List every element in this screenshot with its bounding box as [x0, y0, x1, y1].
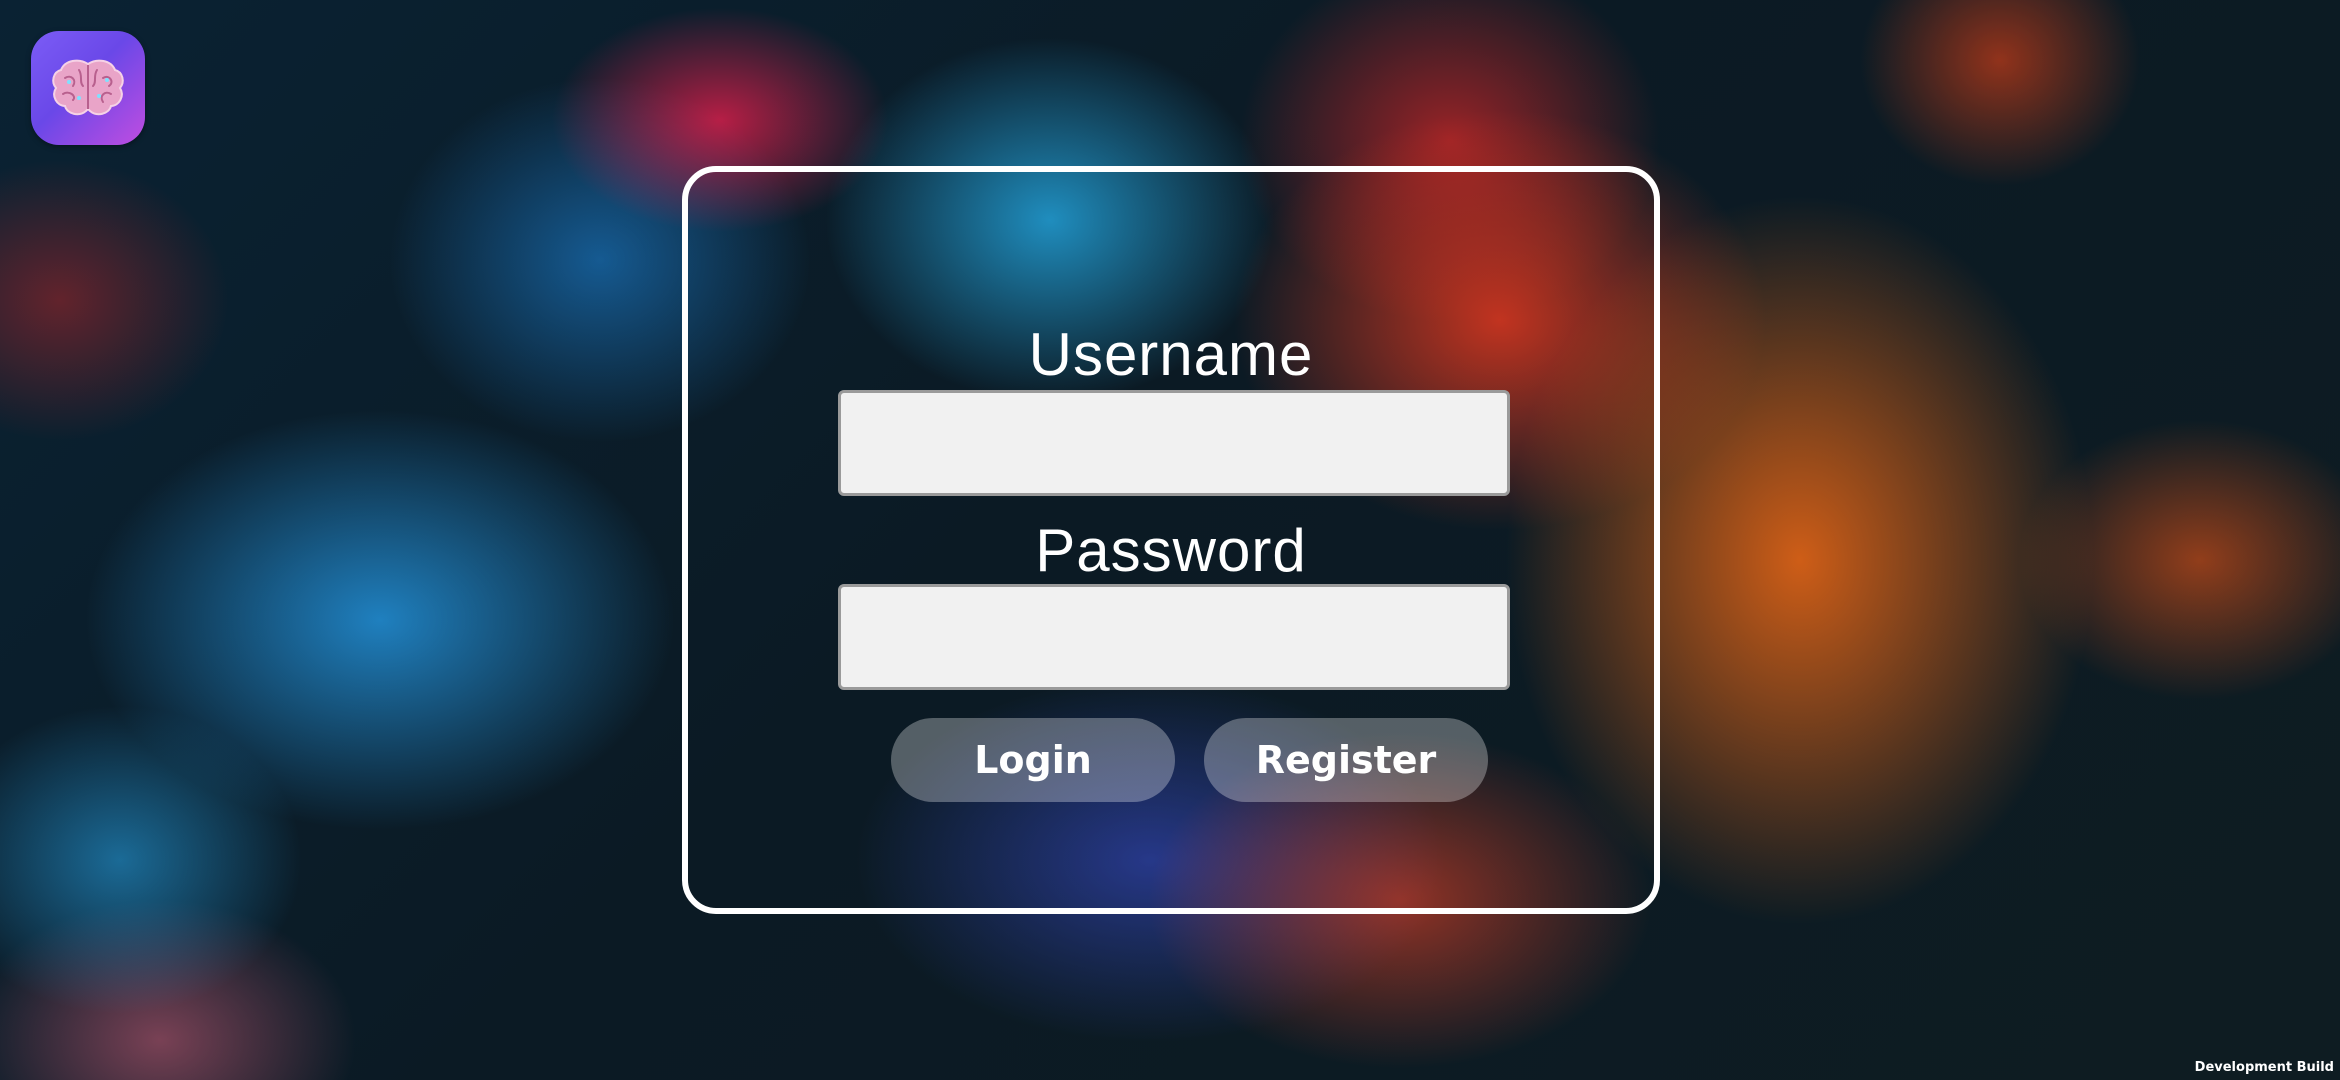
username-input[interactable]: [838, 390, 1510, 496]
username-label: Username: [1028, 321, 1314, 388]
app-logo: [31, 31, 145, 145]
development-build-label: Development Build: [2194, 1060, 2334, 1075]
register-button[interactable]: Register: [1204, 718, 1488, 802]
password-input[interactable]: [838, 584, 1510, 690]
login-screen: Username Password Login Register Develop…: [0, 0, 2340, 1080]
brain-icon: [52, 59, 124, 116]
password-label: Password: [1035, 517, 1307, 584]
login-button[interactable]: Login: [891, 718, 1175, 802]
login-panel: Username Password Login Register: [682, 166, 1660, 914]
